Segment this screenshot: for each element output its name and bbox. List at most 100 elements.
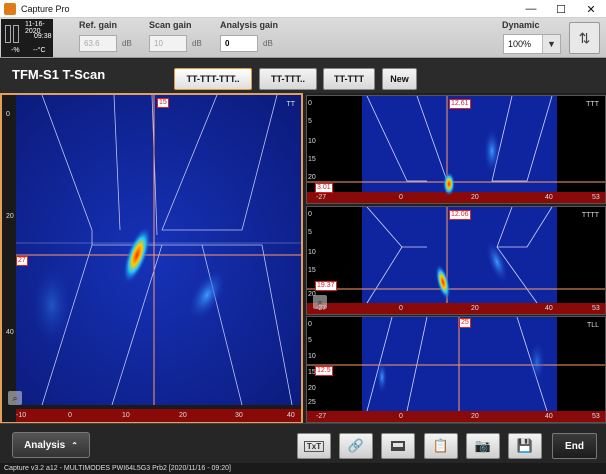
x-tick: 40: [545, 305, 553, 312]
title-bar: Capture Pro — ☐ ✕: [0, 0, 606, 18]
battery-icon: [13, 25, 19, 43]
cursor-value-left: 19.37: [315, 281, 337, 291]
cursor-value-top: 12.06: [449, 210, 471, 220]
device-status: 11-16-2020 09:38 -% --°C: [1, 19, 53, 57]
panel-mode-label: TLL: [586, 322, 599, 329]
x-tick: -10: [16, 412, 27, 419]
page-title: TFM-S1 T-Scan: [12, 67, 106, 82]
scan-panel-main[interactable]: TT 15 27 0 20 40 -10 0 10 20 30 40 ⌕: [0, 93, 303, 424]
scan-gain-input[interactable]: 10: [149, 35, 187, 52]
y-tick: 40: [6, 329, 14, 336]
clipboard-icon: 📋: [432, 438, 450, 453]
chevron-down-icon[interactable]: ▼: [542, 35, 560, 53]
scan-gain-unit: dB: [192, 39, 202, 48]
battery-icon: [5, 25, 11, 43]
tab-tt-ttt-2[interactable]: TT-TTT..: [259, 68, 317, 90]
x-tick: -27: [316, 413, 327, 420]
scan-panel-tttt[interactable]: TTTT 12.06 19.37 0 5 10 15 20 -27 0 20 4…: [306, 206, 606, 315]
dynamic-select[interactable]: 100% ▼: [503, 34, 561, 54]
maximize-button[interactable]: ☐: [546, 0, 576, 18]
y-tick: 15: [308, 267, 316, 274]
window-title: Capture Pro: [21, 3, 70, 14]
x-tick: 53: [592, 305, 600, 312]
analysis-button-label: Analysis: [24, 439, 66, 451]
ref-gain-input[interactable]: 63.6: [79, 35, 117, 52]
y-tick: 10: [308, 353, 316, 360]
cursor-value-top: 25: [459, 318, 471, 328]
y-tick: 10: [308, 249, 316, 256]
y-tick: 0: [308, 321, 312, 328]
link-button[interactable]: 🔗: [339, 433, 373, 459]
y-tick: 0: [6, 111, 10, 118]
report-button[interactable]: 📋: [424, 433, 458, 459]
scan-gain-label: Scan gain: [149, 20, 192, 30]
cursor-value-top: 12.61: [449, 99, 471, 109]
y-tick: 20: [6, 213, 14, 220]
close-button[interactable]: ✕: [576, 0, 606, 18]
scan-panel-ttt[interactable]: TTT 12.61 3.01 0 5 10 15 20 -27 0 20 40 …: [306, 95, 606, 204]
ref-gain-label: Ref. gain: [79, 20, 118, 30]
swap-arrows-button[interactable]: ⇅: [569, 22, 600, 54]
view-header: TFM-S1 T-Scan TT-TTT-TTT.. TT-TTT.. TT-T…: [0, 59, 606, 93]
x-tick: 20: [471, 194, 479, 201]
cursor-value-top: 15: [157, 98, 169, 108]
export-txt-button[interactable]: TxT: [297, 433, 331, 459]
zoom-icon[interactable]: ⌕: [313, 295, 327, 309]
save-button[interactable]: 💾: [508, 433, 542, 459]
x-tick: 40: [545, 194, 553, 201]
chevron-up-icon: ⌃: [71, 440, 78, 450]
dynamic-value: 100%: [508, 39, 532, 49]
zoom-icon[interactable]: ⌕: [8, 391, 22, 405]
cursor-value-left: 3.01: [315, 183, 333, 193]
x-tick: 40: [545, 413, 553, 420]
scan-panel-tll[interactable]: TLL 25 12.5 0 5 10 15 20 25 -27 0 20 40 …: [306, 316, 606, 423]
end-button[interactable]: End: [552, 433, 597, 459]
swap-arrows-icon: ⇅: [578, 29, 591, 46]
minimize-button[interactable]: —: [516, 0, 546, 18]
battery-percent: -%: [11, 47, 20, 54]
save-icon: 💾: [516, 438, 534, 453]
x-tick: -27: [316, 194, 327, 201]
y-tick: 0: [308, 211, 312, 218]
layout-button[interactable]: [381, 433, 415, 459]
panel-mode-label: TTT: [586, 101, 599, 108]
cursor-value-left: 12.5: [315, 366, 333, 376]
temperature: --°C: [33, 47, 46, 54]
tab-tt-ttt[interactable]: TT-TTT: [323, 68, 375, 90]
x-tick: 10: [122, 412, 130, 419]
status-time: 09:38: [34, 33, 52, 40]
x-tick: 20: [471, 305, 479, 312]
y-tick: 25: [308, 399, 316, 406]
tab-new[interactable]: New: [382, 68, 417, 90]
x-tick: 0: [68, 412, 72, 419]
link-icon: 🔗: [347, 438, 365, 453]
y-tick: 15: [308, 156, 316, 163]
camera-icon: 📷: [474, 438, 492, 453]
dynamic-label: Dynamic: [502, 20, 540, 30]
y-tick: 5: [308, 337, 312, 344]
analysis-gain-unit: dB: [263, 39, 273, 48]
y-tick: 15: [308, 369, 316, 376]
y-tick: 0: [308, 100, 312, 107]
x-tick: 0: [399, 305, 403, 312]
txt-icon: TxT: [303, 440, 325, 452]
snapshot-button[interactable]: 📷: [466, 433, 500, 459]
x-tick: 30: [235, 412, 243, 419]
status-line: Capture v3.2 a12 - MULTIMODES PWI64L5G3 …: [0, 463, 606, 474]
app-window: Capture Pro — ☐ ✕ 11-16-2020 09:38 -% --…: [0, 0, 606, 474]
x-tick: 20: [471, 413, 479, 420]
analysis-button[interactable]: Analysis ⌃: [12, 432, 90, 458]
cursor-value-left: 27: [16, 256, 28, 266]
y-tick: 5: [308, 118, 312, 125]
panel-mode-label: TT: [286, 101, 295, 108]
x-tick: 0: [399, 194, 403, 201]
y-tick: 20: [308, 174, 316, 181]
x-tick: 0: [399, 413, 403, 420]
y-tick: 20: [308, 385, 316, 392]
x-tick: 53: [592, 194, 600, 201]
panel-mode-label: TTTT: [581, 212, 599, 219]
tab-tt-ttt-ttt[interactable]: TT-TTT-TTT..: [174, 68, 252, 90]
analysis-gain-input[interactable]: 0: [220, 35, 258, 52]
layout-icon: [391, 441, 405, 451]
toolbar: 11-16-2020 09:38 -% --°C Ref. gain 63.6 …: [0, 18, 606, 58]
